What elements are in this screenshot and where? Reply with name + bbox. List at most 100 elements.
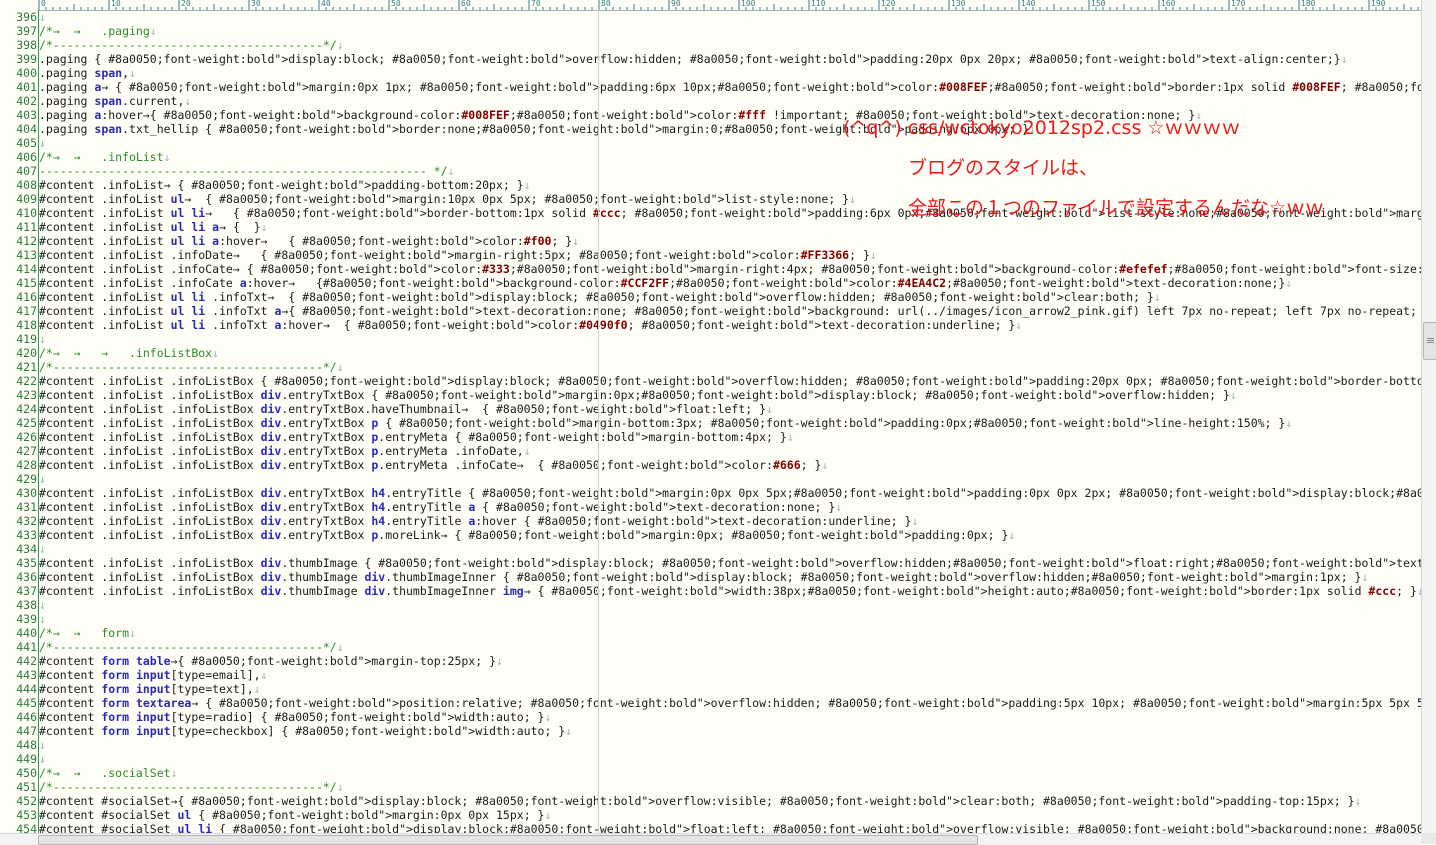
code-line[interactable]: 408 #content .infoList→ { #8a0050;font-we… <box>0 178 1421 192</box>
code-text[interactable]: #content .infoList ul→ { #8a0050;font-we… <box>39 192 856 206</box>
code-line[interactable]: 438 ↓ <box>0 598 1421 612</box>
code-text[interactable]: /*→ → form↓ <box>39 626 136 640</box>
code-line[interactable]: 433 #content .infoList .infoListBox div.e… <box>0 528 1421 542</box>
code-line[interactable]: 449 ↓ <box>0 752 1421 766</box>
code-line[interactable]: 401 .paging a→ { #8a0050;font-weight:bold… <box>0 80 1421 94</box>
code-text[interactable]: #content .infoList .infoListBox div.thum… <box>39 570 1368 584</box>
code-line[interactable]: 434 ↓ <box>0 542 1421 556</box>
code-line[interactable]: 402 .paging span.current,↓ <box>0 94 1421 108</box>
code-line[interactable]: 435 #content .infoList .infoListBox div.t… <box>0 556 1421 570</box>
code-line[interactable]: 439 ↓ <box>0 612 1421 626</box>
code-line[interactable]: 398/*-----------------------------------… <box>0 38 1421 52</box>
vertical-scrollbar[interactable] <box>1421 0 1436 833</box>
code-line[interactable]: 414 #content .infoList .infoCate→ { #8a00… <box>0 262 1421 276</box>
code-text[interactable]: /*--------------------------------------… <box>39 38 344 52</box>
code-text[interactable]: ↓ <box>39 332 46 346</box>
code-text[interactable]: ↓ <box>39 542 46 556</box>
code-text[interactable]: /*→ → → .infoListBox↓ <box>39 346 219 360</box>
code-line[interactable]: 423 #content .infoList .infoListBox div.e… <box>0 388 1421 402</box>
code-text[interactable]: #content #socialSet ul { #8a0050;font-we… <box>39 808 551 822</box>
code-line[interactable]: 447 #content form input[type=checkbox] { … <box>0 724 1421 738</box>
code-line[interactable]: 443 #content form input[type=email],↓ <box>0 668 1421 682</box>
code-text[interactable]: .paging span,↓ <box>39 66 136 80</box>
code-text[interactable]: #content .infoList .infoListBox div.entr… <box>39 514 918 528</box>
code-line[interactable]: 419 ↓ <box>0 332 1421 346</box>
code-text[interactable]: #content form input[type=radio] { #8a005… <box>39 710 551 724</box>
code-text[interactable]: ↓ <box>39 472 46 486</box>
code-line[interactable]: 453 #content #socialSet ul { #8a0050;font… <box>0 808 1421 822</box>
code-line[interactable]: 426 #content .infoList .infoListBox div.e… <box>0 430 1421 444</box>
code-text[interactable]: #content .infoList .infoListBox div.entr… <box>39 500 842 514</box>
code-line[interactable]: 412 #content .infoList ul li a:hover→ { #… <box>0 234 1421 248</box>
code-line[interactable]: 451/*-----------------------------------… <box>0 780 1421 794</box>
horizontal-scrollbar[interactable] <box>0 833 1421 845</box>
code-line[interactable]: 446 #content form input[type=radio] { #8a… <box>0 710 1421 724</box>
code-line[interactable]: 400 .paging span,↓ <box>0 66 1421 80</box>
code-line[interactable]: 441/*-----------------------------------… <box>0 640 1421 654</box>
code-text[interactable]: #content .infoList ul li .infoTxt a→{ #8… <box>39 304 1421 318</box>
code-line[interactable]: 442 #content form table→{ #8a0050;font-we… <box>0 654 1421 668</box>
code-line[interactable]: 417 #content .infoList ul li .infoTxt a→{… <box>0 304 1421 318</box>
code-line[interactable]: 407 -------------------------------------… <box>0 164 1421 178</box>
code-text[interactable]: #content form textarea→ { #8a0050;font-w… <box>39 696 1421 710</box>
code-text[interactable]: #content .infoList .infoListBox div.entr… <box>39 416 1292 430</box>
code-text[interactable]: #content .infoList ul li .infoTxt→ { #8a… <box>39 290 1161 304</box>
code-line[interactable]: 411 #content .infoList ul li a→ { }↓ <box>0 220 1421 234</box>
code-text[interactable]: #content .infoList ul li .infoTxt a:hove… <box>39 318 1022 332</box>
code-line[interactable]: 421/*-----------------------------------… <box>0 360 1421 374</box>
code-text[interactable]: ↓ <box>39 598 46 612</box>
code-line[interactable]: 440/*→ → form↓ <box>0 626 1421 640</box>
code-line[interactable]: 427 #content .infoList .infoListBox div.e… <box>0 444 1421 458</box>
code-text[interactable]: #content form table→{ #8a0050;font-weigh… <box>39 654 503 668</box>
code-text[interactable]: #content .infoList .infoListBox div.thum… <box>39 584 1421 598</box>
code-text[interactable]: #content #socialSet→{ #8a0050;font-weigh… <box>39 794 1361 808</box>
code-line[interactable]: 424 #content .infoList .infoListBox div.e… <box>0 402 1421 416</box>
code-text[interactable]: #content form input[type=checkbox] { #8a… <box>39 724 572 738</box>
code-text[interactable]: /*--------------------------------------… <box>39 360 344 374</box>
code-line[interactable]: 397/*→ → .paging↓ <box>0 24 1421 38</box>
code-text[interactable]: .paging { #8a0050;font-weight:bold">disp… <box>39 52 1348 66</box>
code-text[interactable]: #content .infoList .infoListBox div.entr… <box>39 444 531 458</box>
code-text[interactable]: #content .infoList .infoListBox div.entr… <box>39 388 1237 402</box>
code-line[interactable]: 430 #content .infoList .infoListBox div.e… <box>0 486 1421 500</box>
code-text[interactable]: #content .infoList .infoListBox { #8a005… <box>39 374 1421 388</box>
code-text[interactable]: /*--------------------------------------… <box>39 780 344 794</box>
code-text[interactable]: #content .infoList .infoListBox div.entr… <box>39 402 773 416</box>
code-line[interactable]: 437 #content .infoList .infoListBox div.t… <box>0 584 1421 598</box>
code-text[interactable]: #content .infoList .infoListBox div.entr… <box>39 430 794 444</box>
code-text[interactable]: .paging a→ { #8a0050;font-weight:bold">m… <box>39 80 1421 94</box>
code-line[interactable]: 399 .paging { #8a0050;font-weight:bold">d… <box>0 52 1421 66</box>
code-line[interactable]: 416 #content .infoList ul li .infoTxt→ { … <box>0 290 1421 304</box>
code-text[interactable]: /*--------------------------------------… <box>39 640 344 654</box>
code-text[interactable]: #content form input[type=text],↓ <box>39 682 261 696</box>
code-text[interactable]: #content .infoList .infoListBox div.thum… <box>39 556 1421 570</box>
code-text[interactable]: ----------------------------------------… <box>39 164 454 178</box>
code-text[interactable]: ↓ <box>39 738 46 752</box>
code-line[interactable]: 429 ↓ <box>0 472 1421 486</box>
code-line[interactable]: 413 #content .infoList .infoDate→ { #8a00… <box>0 248 1421 262</box>
code-line[interactable]: 444 #content form input[type=text],↓ <box>0 682 1421 696</box>
code-text[interactable]: ↓ <box>39 10 46 24</box>
vertical-scroll-thumb[interactable] <box>1423 322 1436 360</box>
code-line[interactable]: 431 #content .infoList .infoListBox div.e… <box>0 500 1421 514</box>
code-line[interactable]: 432 #content .infoList .infoListBox div.e… <box>0 514 1421 528</box>
code-text[interactable]: /*→ → .paging↓ <box>39 24 157 38</box>
code-line[interactable]: 425 #content .infoList .infoListBox div.e… <box>0 416 1421 430</box>
code-line[interactable]: 428 #content .infoList .infoListBox div.e… <box>0 458 1421 472</box>
code-text[interactable]: #content .infoList ul li a:hover→ { #8a0… <box>39 234 579 248</box>
code-text[interactable]: #content .infoList ul li a→ { }↓ <box>39 220 268 234</box>
code-line[interactable]: 422 #content .infoList .infoListBox { #8a… <box>0 374 1421 388</box>
code-line[interactable]: 418 #content .infoList ul li .infoTxt a:h… <box>0 318 1421 332</box>
code-line[interactable]: 445 #content form textarea→ { #8a0050;fon… <box>0 696 1421 710</box>
code-line[interactable]: 396 ↓ <box>0 10 1421 24</box>
code-line[interactable]: 420/*→ → → .infoListBox↓ <box>0 346 1421 360</box>
code-text[interactable]: ↓ <box>39 136 46 150</box>
code-line[interactable]: 452 #content #socialSet→{ #8a0050;font-we… <box>0 794 1421 808</box>
code-text[interactable]: #content #socialSet ul li { #8a0050;font… <box>39 822 1421 833</box>
code-line[interactable]: 415 #content .infoList .infoCate a:hover→… <box>0 276 1421 290</box>
code-text[interactable]: #content .infoList .infoListBox div.entr… <box>39 486 1421 500</box>
code-text[interactable]: .paging span.current,↓ <box>39 94 191 108</box>
code-line[interactable]: 406/*→ → .infoList↓ <box>0 150 1421 164</box>
code-text[interactable]: ↓ <box>39 612 46 626</box>
code-text[interactable]: #content .infoList .infoCate→ { #8a0050;… <box>39 262 1421 276</box>
